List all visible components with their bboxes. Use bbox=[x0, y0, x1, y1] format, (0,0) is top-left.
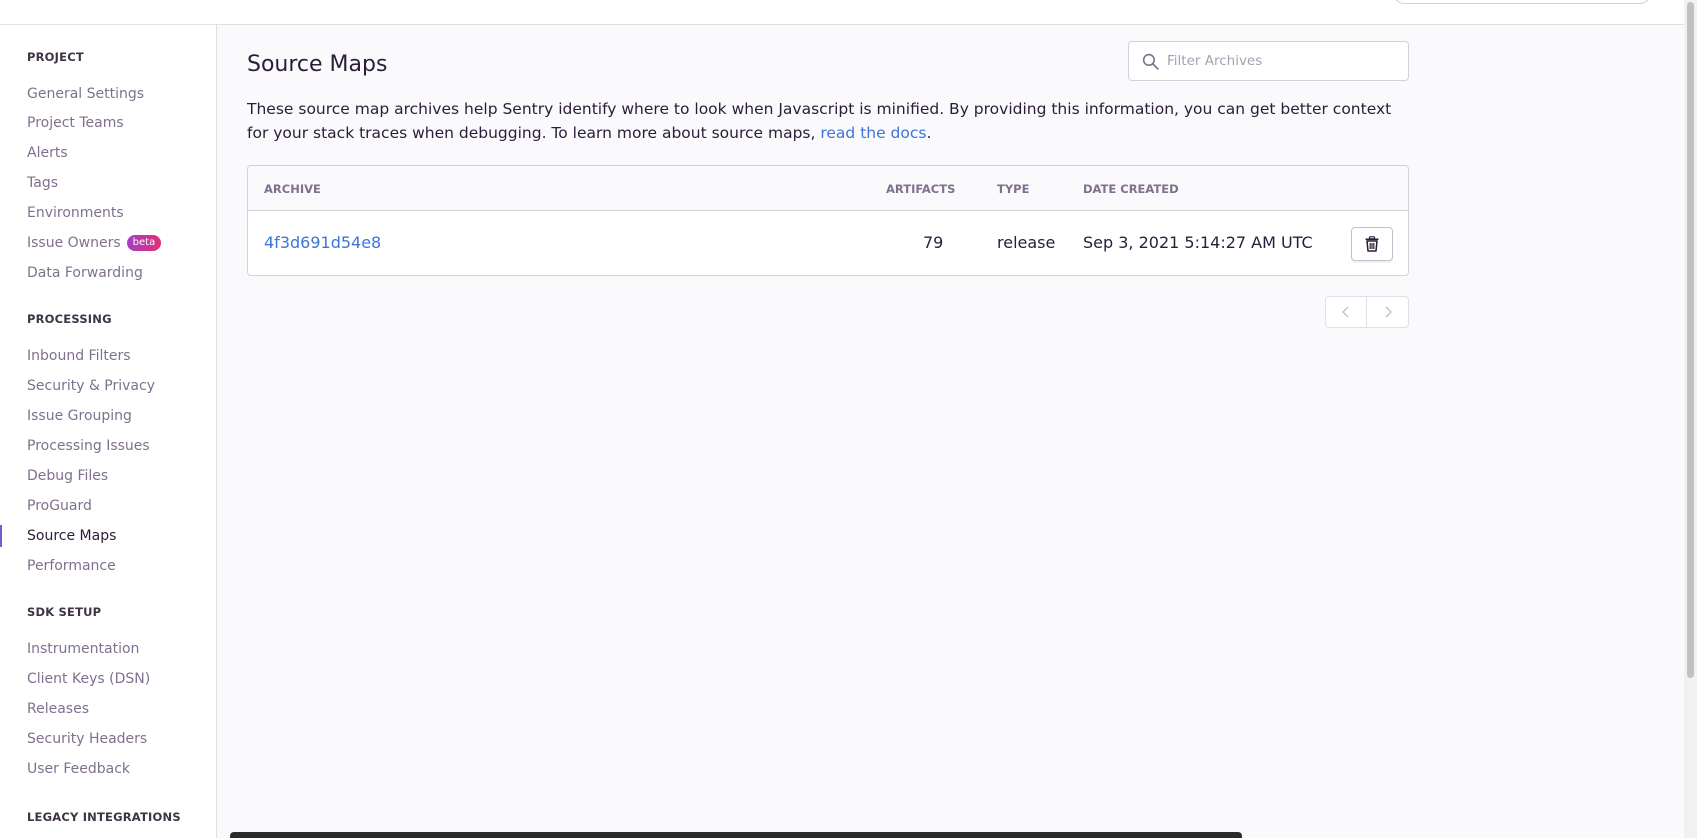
sidebar-item-label: Alerts bbox=[27, 145, 68, 161]
sidebar-item-issue-grouping[interactable]: Issue Grouping bbox=[27, 406, 132, 426]
artifacts-count: 79 bbox=[923, 233, 944, 252]
page-scrollbar[interactable] bbox=[1684, 0, 1697, 838]
description-suffix: . bbox=[926, 124, 932, 142]
beta-badge: beta bbox=[126, 235, 162, 251]
sidebar-item-label: Inbound Filters bbox=[27, 348, 131, 364]
sidebar-item-label: Releases bbox=[27, 701, 89, 717]
sidebar-item-environments[interactable]: Environments bbox=[27, 203, 124, 223]
sidebar-item-label: Environments bbox=[27, 205, 124, 221]
chevron-right-icon bbox=[1385, 306, 1392, 318]
sidebar-item-project-teams[interactable]: Project Teams bbox=[27, 113, 124, 133]
table-row: 4f3d691d54e8 79 release Sep 3, 2021 5:14… bbox=[248, 212, 1408, 275]
sidebar-item-data-forwarding[interactable]: Data Forwarding bbox=[27, 263, 143, 283]
global-search-box[interactable] bbox=[1392, 0, 1652, 4]
sidebar-item-instrumentation[interactable]: Instrumentation bbox=[27, 639, 139, 659]
column-header-date-created: DATE CREATED bbox=[1083, 182, 1179, 196]
page-description: These source map archives help Sentry id… bbox=[247, 97, 1412, 145]
filter-archives-input[interactable] bbox=[1167, 53, 1407, 69]
sidebar-item-label: Security Headers bbox=[27, 731, 148, 747]
archive-name-link[interactable]: 4f3d691d54e8 bbox=[264, 233, 381, 252]
sidebar-item-performance[interactable]: Performance bbox=[27, 556, 116, 576]
sidebar-section-project: PROJECT bbox=[27, 50, 84, 64]
sidebar-item-security-headers[interactable]: Security Headers bbox=[27, 729, 147, 749]
sidebar-item-label: Client Keys (DSN) bbox=[27, 671, 151, 687]
table-header: ARCHIVE ARTIFACTS TYPE DATE CREATED bbox=[248, 166, 1408, 211]
sidebar-active-indicator bbox=[0, 525, 2, 547]
sidebar-item-debug-files[interactable]: Debug Files bbox=[27, 466, 108, 486]
sidebar-item-label: User Feedback bbox=[27, 761, 131, 777]
sidebar-section-legacy-integrations: LEGACY INTEGRATIONS bbox=[27, 810, 181, 824]
pagination bbox=[1325, 296, 1409, 328]
sidebar-item-general-settings[interactable]: General Settings bbox=[27, 84, 144, 104]
search-icon bbox=[1142, 53, 1159, 70]
settings-sidebar: PROJECT General Settings Project Teams A… bbox=[0, 25, 217, 838]
column-header-archive: ARCHIVE bbox=[264, 182, 321, 196]
trash-icon bbox=[1365, 236, 1379, 252]
sidebar-item-label: Issue Grouping bbox=[27, 408, 132, 424]
page-title: Source Maps bbox=[247, 52, 388, 77]
column-header-artifacts: ARTIFACTS bbox=[886, 182, 956, 196]
top-bar bbox=[0, 0, 1684, 25]
sidebar-item-issue-owners[interactable]: Issue Owners beta bbox=[27, 233, 162, 253]
sidebar-item-user-feedback[interactable]: User Feedback bbox=[27, 759, 130, 779]
main-content: Source Maps These source map archives he… bbox=[218, 25, 1684, 838]
sidebar-item-inbound-filters[interactable]: Inbound Filters bbox=[27, 346, 131, 366]
sidebar-item-label: Data Forwarding bbox=[27, 265, 143, 281]
sidebar-item-label: Tags bbox=[27, 175, 58, 191]
read-the-docs-link[interactable]: read the docs bbox=[820, 124, 926, 142]
sidebar-item-label: Processing Issues bbox=[27, 438, 150, 454]
sidebar-item-label: Instrumentation bbox=[27, 641, 140, 657]
sidebar-item-label: Performance bbox=[27, 558, 116, 574]
sidebar-item-label: Security & Privacy bbox=[27, 378, 155, 394]
sidebar-item-source-maps[interactable]: Source Maps bbox=[27, 526, 116, 546]
bottom-overlay-bar bbox=[230, 832, 1242, 838]
date-created: Sep 3, 2021 5:14:27 AM UTC bbox=[1083, 233, 1313, 252]
archives-table: ARCHIVE ARTIFACTS TYPE DATE CREATED 4f3d… bbox=[247, 165, 1409, 276]
archive-type: release bbox=[997, 233, 1056, 252]
previous-page-button[interactable] bbox=[1325, 296, 1367, 328]
delete-archive-button[interactable] bbox=[1351, 227, 1393, 261]
sidebar-item-client-keys[interactable]: Client Keys (DSN) bbox=[27, 669, 150, 689]
sidebar-item-security-privacy[interactable]: Security & Privacy bbox=[27, 376, 155, 396]
next-page-button[interactable] bbox=[1367, 296, 1409, 328]
sidebar-item-label: Debug Files bbox=[27, 468, 109, 484]
sidebar-section-processing: PROCESSING bbox=[27, 312, 112, 326]
sidebar-item-processing-issues[interactable]: Processing Issues bbox=[27, 436, 150, 456]
sidebar-item-label: Issue Owners bbox=[27, 235, 121, 251]
sidebar-item-label: General Settings bbox=[27, 86, 145, 102]
sidebar-item-tags[interactable]: Tags bbox=[27, 173, 58, 193]
sidebar-item-releases[interactable]: Releases bbox=[27, 699, 89, 719]
sidebar-item-label: Project Teams bbox=[27, 115, 124, 131]
sidebar-item-label: Source Maps bbox=[27, 528, 117, 544]
column-header-type: TYPE bbox=[997, 182, 1030, 196]
sidebar-section-sdk-setup: SDK SETUP bbox=[27, 605, 102, 619]
scrollbar-thumb[interactable] bbox=[1687, 2, 1694, 678]
sidebar-item-alerts[interactable]: Alerts bbox=[27, 143, 68, 163]
sidebar-item-label: ProGuard bbox=[27, 498, 92, 514]
chevron-left-icon bbox=[1342, 306, 1349, 318]
filter-archives-box[interactable] bbox=[1128, 41, 1409, 81]
sidebar-item-proguard[interactable]: ProGuard bbox=[27, 496, 92, 516]
